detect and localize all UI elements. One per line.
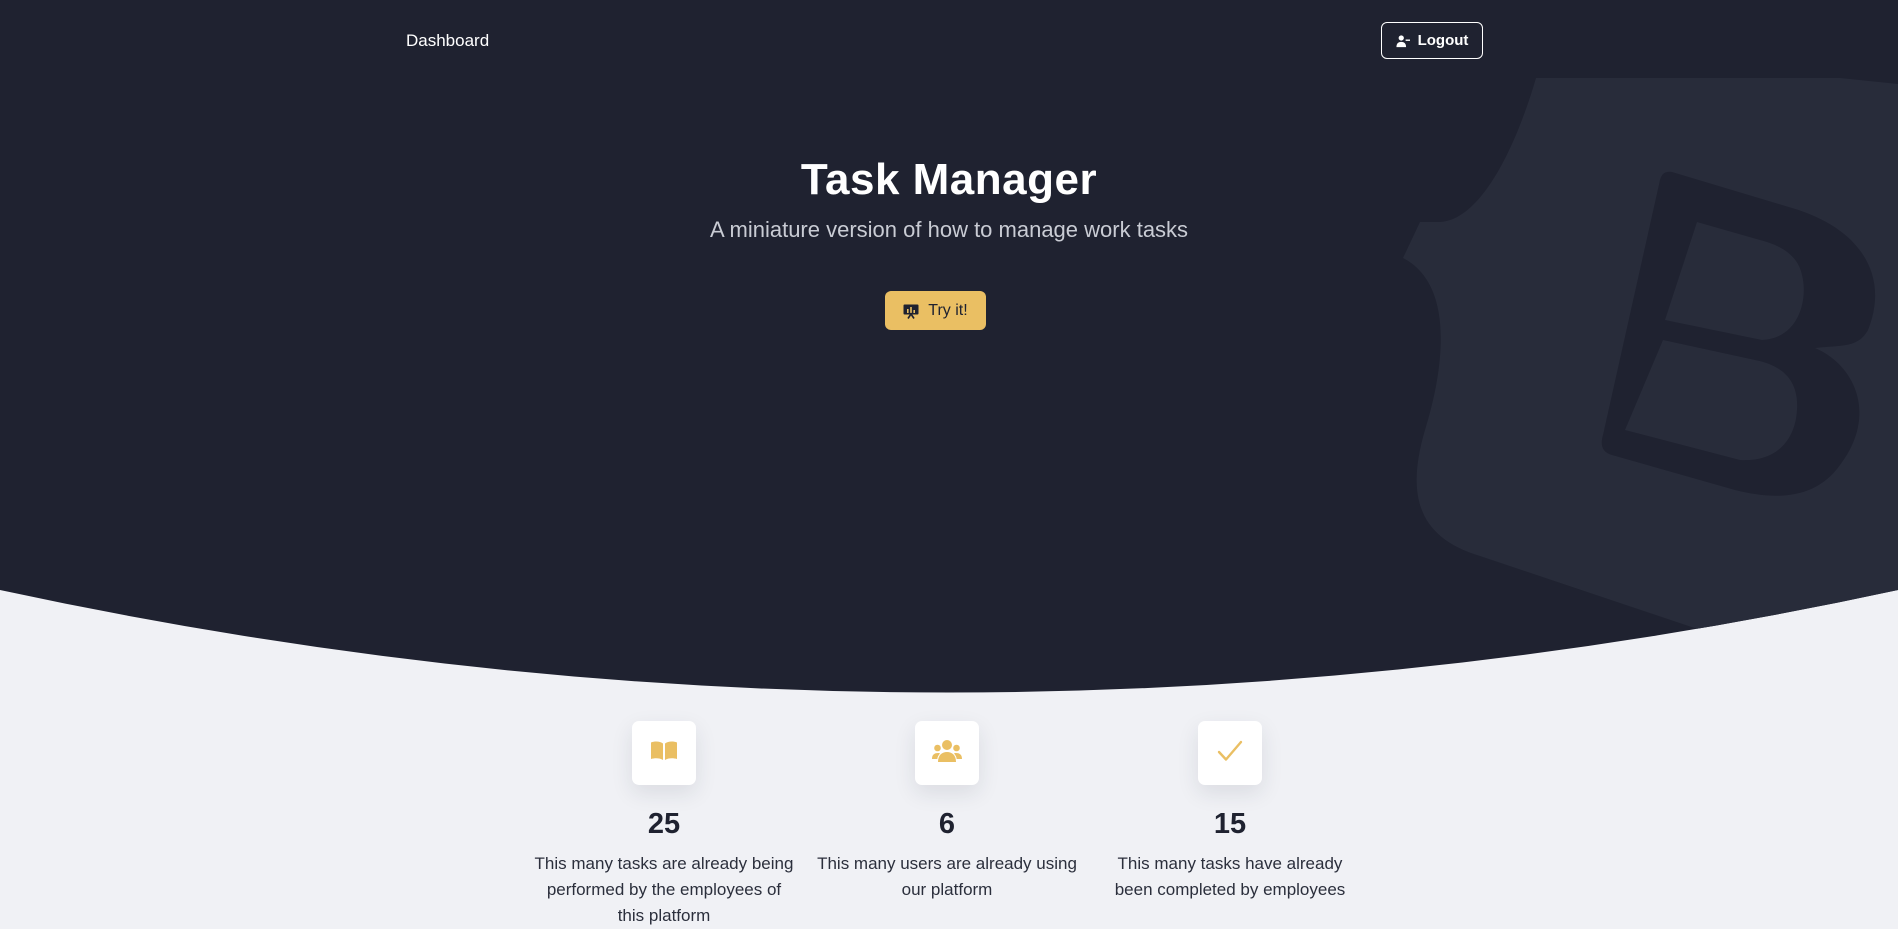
stat-tasks-in-progress: 25 This many tasks are already being per… [529, 721, 799, 929]
stat-value: 15 [1213, 808, 1247, 840]
stat-active-users: 6 This many users are already using our … [812, 721, 1082, 903]
navbar: Dashboard Logout [0, 0, 1898, 80]
try-it-label: Try it! [928, 301, 968, 319]
check-icon [1217, 740, 1243, 767]
stat-description: This many tasks are already being perfor… [534, 854, 794, 925]
stat-icon-box [1198, 721, 1262, 785]
stat-icon-box [632, 721, 696, 785]
logout-button[interactable]: Logout [1381, 22, 1483, 59]
user-minus-icon [1396, 34, 1410, 48]
nav-brand-dashboard[interactable]: Dashboard [406, 31, 489, 51]
stat-value: 6 [938, 808, 956, 840]
page-title: Task Manager [800, 155, 1098, 204]
try-it-button[interactable]: Try it! [885, 291, 986, 330]
stat-description: This many users are already using our pl… [817, 854, 1077, 899]
stat-icon-box [915, 721, 979, 785]
page-subtitle: A miniature version of how to manage wor… [709, 217, 1189, 242]
hero-section: Dashboard Logout Task Manager A miniatur… [0, 0, 1898, 700]
stat-description: This many tasks have already been comple… [1114, 854, 1346, 899]
presentation-chart-icon [903, 303, 919, 319]
logout-label: Logout [1417, 32, 1469, 49]
hero-background [0, 0, 1898, 693]
book-open-icon [650, 740, 678, 767]
users-icon [932, 739, 962, 768]
stat-value: 25 [647, 808, 681, 840]
stat-tasks-completed: 15 This many tasks have already been com… [1095, 721, 1365, 903]
